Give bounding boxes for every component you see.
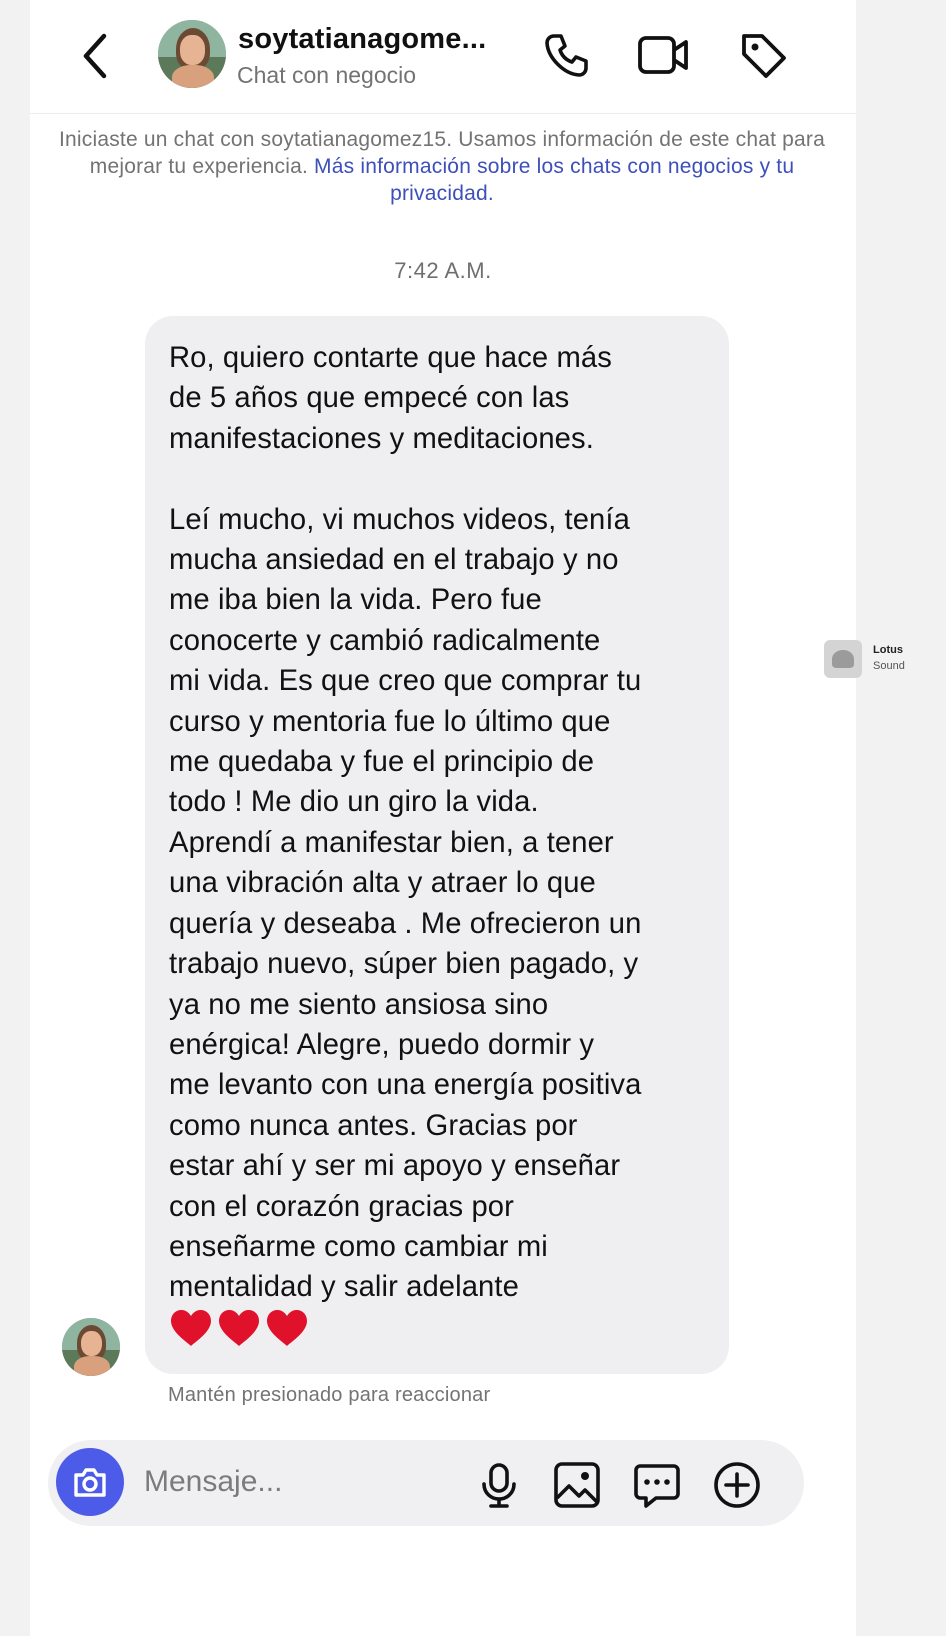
- phone-icon: [545, 34, 588, 77]
- sticker-icon: [634, 1464, 680, 1508]
- heart-icon: [267, 1309, 307, 1346]
- gallery-button[interactable]: [552, 1460, 602, 1510]
- chat-header: soytatianagome... Chat con negocio: [30, 0, 856, 114]
- heart-icon: [171, 1309, 211, 1346]
- contact-subtitle: Chat con negocio: [237, 62, 417, 88]
- react-hint: Mantén presionado para reaccionar: [168, 1384, 491, 1406]
- sender-avatar[interactable]: [62, 1318, 120, 1376]
- more-options-button[interactable]: [712, 1460, 762, 1510]
- message-bubble[interactable]: Ro, quiero contarte que hace más de 5 añ…: [145, 316, 729, 1374]
- side-item-title: Lotus: [873, 644, 903, 656]
- heart-icon: [219, 1309, 259, 1346]
- heart-emojis: [169, 1308, 709, 1348]
- message-timestamp: 7:42 A.M.: [394, 258, 492, 283]
- video-call-button[interactable]: [636, 28, 690, 82]
- mic-icon: [482, 1463, 516, 1508]
- tag-icon: [742, 34, 786, 78]
- business-chat-notice: Iniciaste un chat con soytatianagomez15.…: [42, 126, 842, 207]
- plus-icon: [714, 1462, 760, 1508]
- sticker-button[interactable]: [632, 1460, 682, 1510]
- voice-message-button[interactable]: [474, 1460, 524, 1510]
- camera-icon: [74, 1468, 106, 1497]
- video-icon: [638, 36, 688, 74]
- gallery-icon: [554, 1462, 600, 1508]
- contact-name[interactable]: soytatianagome...: [238, 23, 486, 56]
- back-icon: [83, 33, 107, 79]
- label-button[interactable]: [736, 28, 790, 82]
- privacy-info-link[interactable]: Más información sobre los chats con nego…: [314, 155, 794, 205]
- side-item-subtitle: Sound: [873, 660, 905, 672]
- call-button[interactable]: [540, 28, 594, 82]
- lotus-thumbnail[interactable]: [824, 640, 862, 678]
- message-text: Ro, quiero contarte que hace más de 5 añ…: [169, 342, 642, 1304]
- back-button[interactable]: [74, 30, 118, 82]
- avatar[interactable]: [158, 20, 226, 88]
- camera-button[interactable]: [56, 1448, 124, 1516]
- chat-screen: soytatianagome... Chat con negocio Inici…: [30, 0, 856, 1636]
- message-input[interactable]: [144, 1462, 444, 1502]
- message-composer: [48, 1440, 804, 1526]
